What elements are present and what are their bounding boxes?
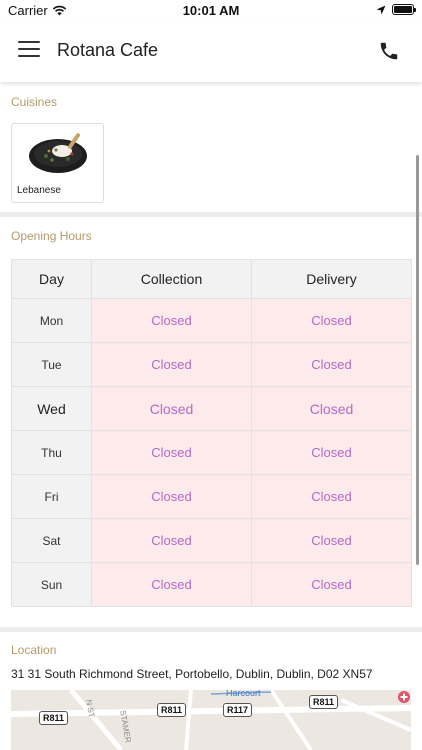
table-row: Sun Closed Closed <box>11 562 412 607</box>
map-label-harcourt: Harcourt <box>226 690 261 698</box>
opening-hours-label: Opening Hours <box>11 229 92 243</box>
collection-status-cell[interactable]: Closed <box>91 562 252 607</box>
status-time: 10:01 AM <box>182 3 240 18</box>
day-cell: Thu <box>11 430 92 475</box>
road-badge: R117 <box>223 703 253 717</box>
page-title: Rotana Cafe <box>57 40 159 60</box>
cuisines-label: Cuisines <box>11 95 58 109</box>
delivery-status-cell[interactable]: Closed <box>251 342 412 387</box>
collection-status-cell[interactable]: Closed <box>91 474 252 519</box>
collection-status-cell[interactable]: Closed <box>91 298 252 343</box>
lebanese-dish-image <box>29 133 87 173</box>
delivery-status-cell[interactable]: Closed <box>251 430 412 475</box>
status-right-icons <box>376 4 416 15</box>
cuisine-name: Lebanese <box>17 185 61 196</box>
delivery-status-cell[interactable]: Closed <box>251 386 412 431</box>
hospital-icon <box>398 691 410 703</box>
column-header-collection: Collection <box>91 259 252 299</box>
app-header: Rotana Cafe <box>0 22 422 82</box>
battery-icon <box>392 4 416 15</box>
table-row: Fri Closed Closed <box>11 474 412 519</box>
delivery-status-cell[interactable]: Closed <box>251 298 412 343</box>
table-row: Mon Closed Closed <box>11 298 412 343</box>
day-cell-today: Wed <box>11 386 92 431</box>
day-cell: Fri <box>11 474 92 519</box>
phone-icon[interactable] <box>378 40 400 62</box>
hamburger-menu-icon[interactable] <box>18 41 40 59</box>
day-cell: Mon <box>11 298 92 343</box>
status-bar: Carrier 10:01 AM <box>0 0 422 22</box>
cuisine-card-lebanese[interactable]: Lebanese <box>11 123 104 203</box>
cuisines-section: Cuisines Lebanese <box>0 82 422 212</box>
location-map[interactable]: Harcourt N ST STAMER R811 R811 R117 R811 <box>11 690 411 750</box>
road-badge: R811 <box>157 703 187 717</box>
delivery-status-cell[interactable]: Closed <box>251 474 412 519</box>
table-row: Wed Closed Closed <box>11 386 412 431</box>
collection-status-cell[interactable]: Closed <box>91 518 252 563</box>
day-cell: Tue <box>11 342 92 387</box>
address-text: 31 31 South Richmond Street, Portobello,… <box>11 667 373 681</box>
day-cell: Sun <box>11 562 92 607</box>
location-label: Location <box>11 643 57 657</box>
opening-hours-section: Opening Hours Day Collection Delivery Mo… <box>0 217 422 627</box>
opening-hours-table: Day Collection Delivery Mon Closed Close… <box>11 259 412 607</box>
map-roads <box>11 690 411 750</box>
road-badge: R811 <box>39 711 69 725</box>
column-header-delivery: Delivery <box>251 259 412 299</box>
table-row: Tue Closed Closed <box>11 342 412 387</box>
day-cell: Sat <box>11 518 92 563</box>
road-badge: R811 <box>309 695 339 709</box>
collection-status-cell[interactable]: Closed <box>91 430 252 475</box>
delivery-status-cell[interactable]: Closed <box>251 518 412 563</box>
table-header-row: Day Collection Delivery <box>11 259 412 299</box>
scrollbar[interactable] <box>416 155 419 565</box>
location-arrow-icon <box>376 5 386 14</box>
column-header-day: Day <box>11 259 92 299</box>
collection-status-cell[interactable]: Closed <box>91 386 252 431</box>
table-row: Thu Closed Closed <box>11 430 412 475</box>
collection-status-cell[interactable]: Closed <box>91 342 252 387</box>
location-section: Location 31 31 South Richmond Street, Po… <box>0 632 422 750</box>
table-row: Sat Closed Closed <box>11 518 412 563</box>
delivery-status-cell[interactable]: Closed <box>251 562 412 607</box>
